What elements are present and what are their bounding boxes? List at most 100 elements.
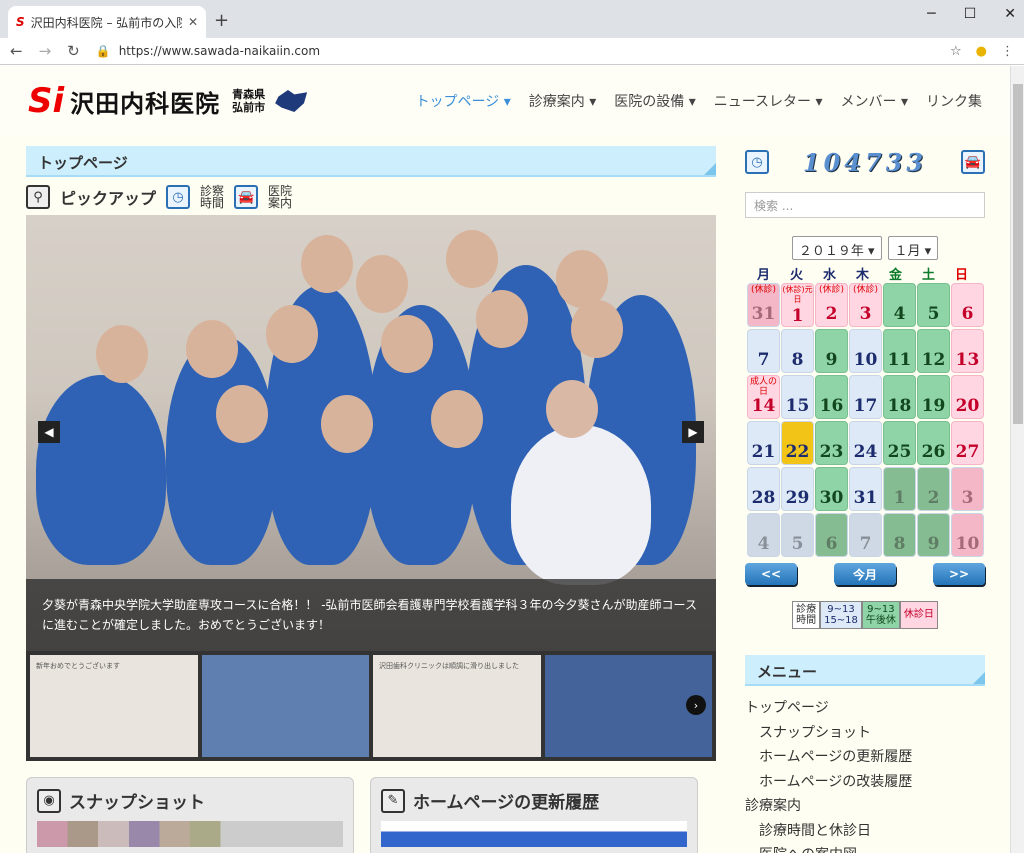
calendar-day[interactable]: 30	[815, 467, 848, 511]
car-icon[interactable]: 🚘	[234, 185, 259, 209]
search-input[interactable]: 検索 ...	[745, 192, 985, 218]
calendar-day[interactable]: 24	[849, 421, 882, 465]
tab-title: 沢田内科医院 – 弘前市の入院診療	[30, 15, 182, 30]
browser-menu-icon[interactable]: ⋮	[1001, 44, 1014, 59]
calendar-day[interactable]: 7	[747, 329, 780, 373]
calendar-day[interactable]: 17	[849, 375, 882, 419]
calendar-day[interactable]: 25	[883, 421, 916, 465]
calendar-day[interactable]: 20	[951, 375, 984, 419]
day-number: 28	[751, 488, 776, 508]
photo-face	[266, 305, 318, 363]
thumbnail[interactable]	[201, 655, 369, 757]
nav-top[interactable]: トップページ ▾	[416, 91, 511, 111]
calendar-day[interactable]: (休診) 3	[849, 283, 882, 327]
calendar-day[interactable]: 成人の日 14	[747, 375, 780, 419]
access-link[interactable]: 医院 案内	[268, 185, 292, 209]
slider-next-icon[interactable]: ▶	[682, 421, 704, 443]
calendar-day[interactable]: 16	[815, 375, 848, 419]
calendar-day[interactable]: 9	[917, 513, 950, 557]
sidebar-menu-item[interactable]: ホームページの改装履歴	[745, 770, 985, 795]
calendar-day[interactable]: 8	[883, 513, 916, 557]
calendar-day[interactable]: 15	[781, 375, 814, 419]
calendar-day[interactable]: 10	[849, 329, 882, 373]
calendar-day[interactable]: (休診) 31	[747, 283, 780, 327]
calendar-day[interactable]: 9	[815, 329, 848, 373]
calendar-day[interactable]: 7	[849, 513, 882, 557]
calendar-day[interactable]: 31	[849, 467, 882, 511]
nav-guide[interactable]: 診療案内 ▾	[529, 91, 596, 111]
new-tab-icon[interactable]: +	[214, 10, 229, 31]
day-number: 27	[955, 442, 980, 462]
photo-face	[431, 390, 483, 448]
calendar-day[interactable]: 2	[917, 467, 950, 511]
thumbnails-next-icon[interactable]: ›	[686, 695, 706, 715]
calendar-day[interactable]: 6	[951, 283, 984, 327]
sidebar-menu-item[interactable]: 診療時間と休診日	[745, 819, 985, 844]
calendar-day[interactable]: 4	[883, 283, 916, 327]
slide-caption[interactable]: 夕葵が青森中央学院大学助産専攻コースに合格！！ -弘前市医師会看護専門学校看護学…	[26, 579, 716, 651]
calendar-day[interactable]: 19	[917, 375, 950, 419]
thumbnail[interactable]: ›	[544, 655, 712, 757]
sidebar-menu-item[interactable]: 診療案内	[745, 794, 985, 819]
calendar-day[interactable]: (休診) 2	[815, 283, 848, 327]
photo-face	[96, 325, 148, 383]
extension-icon[interactable]: ●	[976, 44, 987, 59]
maximize-icon[interactable]: ☐	[964, 6, 977, 22]
minimize-icon[interactable]: ─	[927, 6, 935, 22]
calendar-day[interactable]: 1	[883, 467, 916, 511]
sidebar-menu-item[interactable]: スナップショット	[745, 721, 985, 746]
next-month-button[interactable]: >>	[933, 563, 985, 585]
calendar-day[interactable]: 5	[917, 283, 950, 327]
calendar-day[interactable]: 6	[815, 513, 848, 557]
photo-slider[interactable]: 夕葵が青森中央学院大学助産専攻コースに合格！！ -弘前市医師会看護専門学校看護学…	[26, 215, 716, 651]
calendar-day[interactable]: 28	[747, 467, 780, 511]
sidebar-menu-item[interactable]: 医院への案内図	[745, 843, 985, 853]
calendar-day[interactable]: 4	[747, 513, 780, 557]
back-icon[interactable]: ←	[10, 42, 23, 60]
hours-link[interactable]: 診察 時間	[200, 185, 224, 209]
photo-face	[301, 235, 353, 293]
snapshot-card[interactable]: ◉ スナップショット	[26, 777, 354, 853]
calendar-day[interactable]: 11	[883, 329, 916, 373]
calendar-day[interactable]: 21	[747, 421, 780, 465]
nav-facilities[interactable]: 医院の設備 ▾	[614, 91, 695, 111]
calendar-day[interactable]: 10	[951, 513, 984, 557]
thumbnail[interactable]: 新年おめでとうございます	[30, 655, 198, 757]
calendar-day[interactable]: 8	[781, 329, 814, 373]
calendar-day[interactable]: 18	[883, 375, 916, 419]
prev-month-button[interactable]: <<	[745, 563, 797, 585]
site-logo[interactable]: Si 沢田内科医院 青森県 弘前市	[28, 81, 308, 121]
calendar-day[interactable]: 5	[781, 513, 814, 557]
thumbnail[interactable]: 沢田歯科クリニックは順調に滑り出しました	[373, 655, 541, 757]
url-field[interactable]: 🔒 https://www.sawada-naikaiin.com	[96, 44, 934, 58]
calendar-day[interactable]: 29	[781, 467, 814, 511]
forward-icon[interactable]: →	[39, 42, 52, 60]
update-history-card[interactable]: ✎ ホームページの更新履歴	[370, 777, 698, 853]
year-select[interactable]: ２０１９年 ▾	[791, 236, 882, 260]
calendar-day[interactable]: 12	[917, 329, 950, 373]
this-month-button[interactable]: 今月	[834, 563, 896, 585]
nav-newsletter[interactable]: ニュースレター ▾	[714, 91, 823, 111]
sidebar-menu-item[interactable]: トップページ	[745, 696, 985, 721]
scrollbar-thumb[interactable]	[1013, 84, 1023, 424]
calendar-day[interactable]: 26	[917, 421, 950, 465]
calendar-day[interactable]: 13	[951, 329, 984, 373]
browser-tab[interactable]: S 沢田内科医院 – 弘前市の入院診療 ✕	[8, 6, 206, 38]
bookmark-star-icon[interactable]: ☆	[950, 44, 962, 59]
nav-members[interactable]: メンバー ▾	[841, 91, 908, 111]
calendar-day[interactable]: 22	[781, 421, 814, 465]
calendar-day[interactable]: (休診)元日 1	[781, 283, 814, 327]
month-select[interactable]: １月 ▾	[887, 236, 939, 260]
legend-regular: 9~13 15~18	[820, 601, 862, 629]
sidebar-menu-item[interactable]: ホームページの更新履歴	[745, 745, 985, 770]
reload-icon[interactable]: ↻	[67, 42, 80, 60]
clock-icon[interactable]: ◷	[166, 185, 191, 209]
page-scrollbar[interactable]	[1010, 66, 1024, 853]
close-tab-icon[interactable]: ✕	[188, 15, 198, 29]
calendar-day[interactable]: 27	[951, 421, 984, 465]
nav-links[interactable]: リンク集	[926, 91, 982, 111]
slider-prev-icon[interactable]: ◀	[38, 421, 60, 443]
calendar-day[interactable]: 3	[951, 467, 984, 511]
close-window-icon[interactable]: ✕	[1004, 6, 1016, 22]
calendar-day[interactable]: 23	[815, 421, 848, 465]
